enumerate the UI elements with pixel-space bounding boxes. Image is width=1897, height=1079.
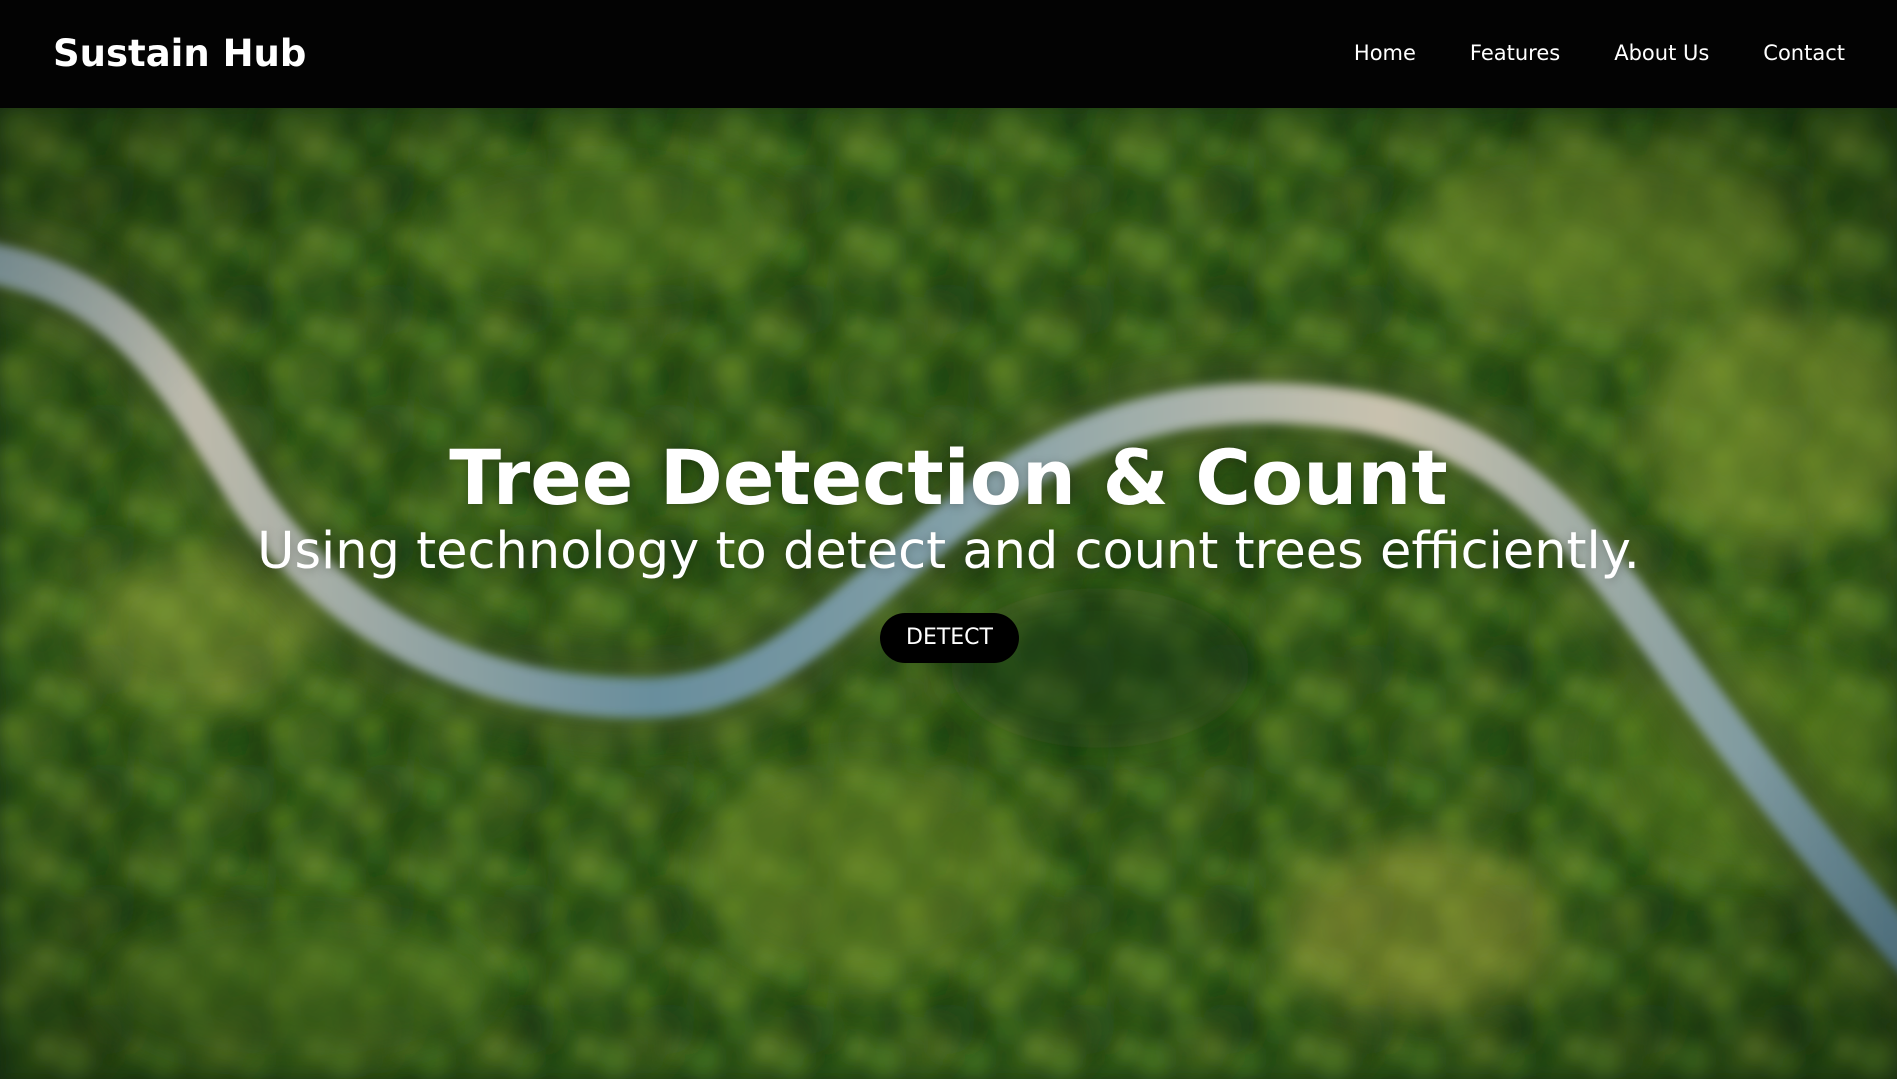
nav-link-about-us[interactable]: About Us — [1614, 38, 1709, 68]
nav-link-contact[interactable]: Contact — [1763, 38, 1845, 68]
hero-content: Tree Detection & Count Using technology … — [0, 108, 1897, 1079]
brand-logo-text[interactable]: Sustain Hub — [53, 30, 306, 78]
hero-subtitle: Using technology to detect and count tre… — [257, 522, 1640, 581]
nav-menu: Home Features About Us Contact — [1354, 38, 1845, 68]
nav-link-features[interactable]: Features — [1470, 38, 1560, 68]
hero-section: Tree Detection & Count Using technology … — [0, 108, 1897, 1079]
page: Sustain Hub Home Features About Us Conta… — [0, 0, 1897, 1079]
navbar: Sustain Hub Home Features About Us Conta… — [0, 0, 1897, 108]
detect-button[interactable]: DETECT — [880, 613, 1019, 663]
hero-title: Tree Detection & Count — [449, 433, 1448, 522]
nav-link-home[interactable]: Home — [1354, 38, 1416, 68]
